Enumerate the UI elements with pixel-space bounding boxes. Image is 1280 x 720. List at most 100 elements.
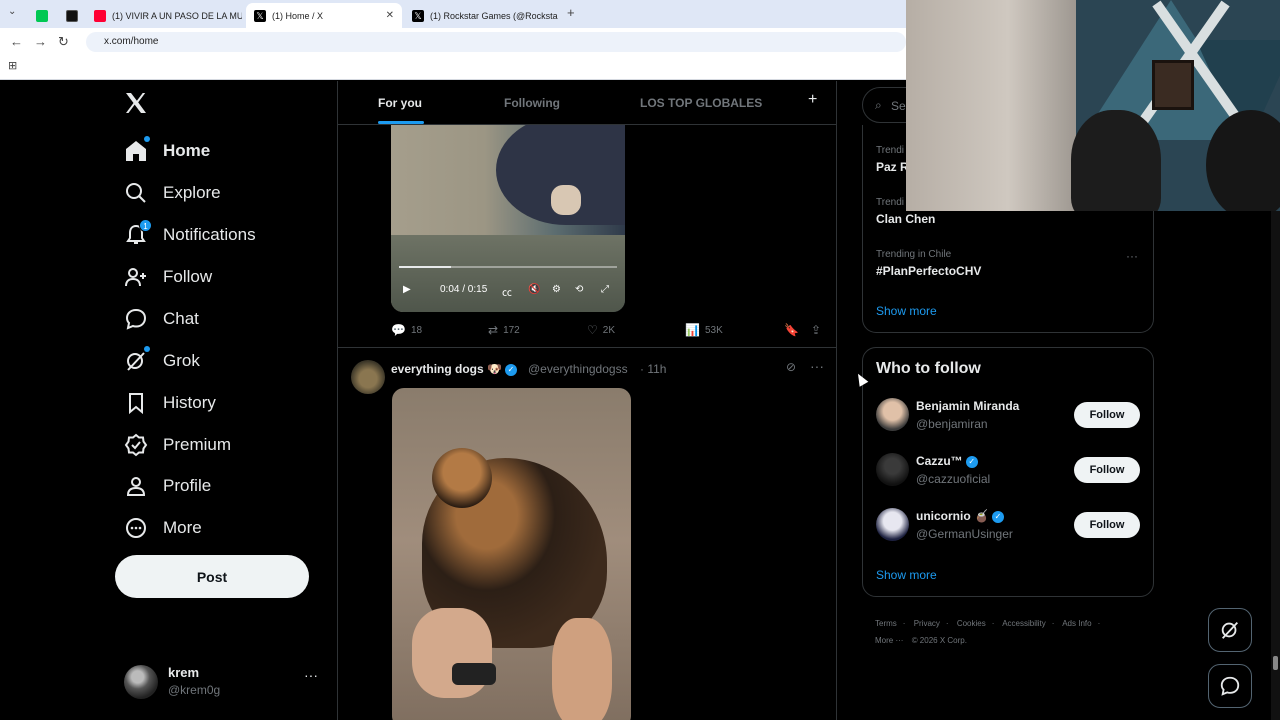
- nav-explore[interactable]: Explore: [124, 178, 221, 208]
- avatar[interactable]: [876, 508, 909, 541]
- fullscreen-icon[interactable]: ⤢: [601, 284, 609, 295]
- back-icon[interactable]: ←: [10, 34, 23, 49]
- bookmark-icon: 🔖: [784, 323, 799, 337]
- avatar[interactable]: [876, 398, 909, 431]
- browser-tab-4[interactable]: 𝕏 (1) Home / X ✕: [246, 3, 402, 28]
- play-icon[interactable]: ▶: [403, 284, 411, 295]
- wall-picture: [1152, 60, 1194, 110]
- tweet-author-handle[interactable]: @everythingdogss: [528, 362, 628, 376]
- video-progress-bar[interactable]: [399, 266, 617, 268]
- video-controls: ▶ 0:04 / 0:15 ㏄ 🔇 ⚙ ⟲ ⤢: [391, 280, 625, 302]
- footer-terms[interactable]: Terms: [875, 619, 897, 628]
- tweet-divider: [338, 347, 836, 348]
- browser-tab-3[interactable]: (1) VIVIR A UN PASO DE LA MU ✕: [86, 3, 242, 28]
- verified-icon: ✓: [504, 363, 517, 376]
- tab-favicon: [36, 9, 48, 22]
- url-field[interactable]: x.com/home: [86, 32, 906, 52]
- trends-show-more-link[interactable]: Show more: [876, 304, 937, 318]
- grok-fab-button[interactable]: [1208, 608, 1252, 652]
- tab-for-you[interactable]: For you: [378, 96, 422, 110]
- tweet-time[interactable]: · 11h: [640, 362, 666, 376]
- tweet-media[interactable]: [392, 388, 631, 720]
- tab-following[interactable]: Following: [504, 96, 560, 110]
- reply-button[interactable]: 💬 18: [391, 323, 422, 337]
- tab-los-top-globales[interactable]: LOS TOP GLOBALES: [640, 96, 762, 110]
- settings-icon[interactable]: ⚙: [552, 284, 561, 295]
- grok-icon[interactable]: ⊘: [786, 360, 796, 374]
- youtube-icon: [94, 9, 106, 22]
- more-icon[interactable]: ···: [304, 667, 318, 683]
- views-icon: 📊: [685, 323, 700, 337]
- captions-icon[interactable]: ㏄: [502, 284, 512, 299]
- nav-label: Explore: [163, 183, 221, 202]
- tab-search-icon[interactable]: ⌄: [8, 6, 16, 17]
- avatar[interactable]: [876, 453, 909, 486]
- add-tab-icon[interactable]: +: [808, 91, 817, 109]
- loop-icon[interactable]: ⟲: [575, 284, 583, 295]
- footer-ads-info[interactable]: Ads Info: [1062, 619, 1091, 628]
- new-tab-button[interactable]: +: [567, 5, 575, 20]
- home-icon: [124, 136, 150, 163]
- footer-accessibility[interactable]: Accessibility: [1002, 619, 1046, 628]
- follow-button[interactable]: Follow: [1074, 512, 1140, 538]
- browser-tab-5[interactable]: 𝕏 (1) Rockstar Games (@Rocksta ✕: [404, 3, 560, 28]
- more-icon[interactable]: ···: [810, 358, 824, 374]
- apps-grid-icon[interactable]: ⊞: [8, 59, 17, 72]
- close-icon[interactable]: ✕: [380, 10, 394, 21]
- browser-tab-2[interactable]: [58, 3, 84, 28]
- tweet-author-name[interactable]: everything dogs 🐶 ✓: [391, 362, 517, 376]
- left-navigation: Home Explore 1 Notifications Follow Chat…: [0, 81, 338, 720]
- footer-privacy[interactable]: Privacy: [914, 619, 940, 628]
- avatar[interactable]: [351, 360, 385, 394]
- bookmark-button[interactable]: 🔖: [784, 323, 804, 337]
- who-to-follow-show-more-link[interactable]: Show more: [876, 568, 937, 582]
- more-circle-icon: [124, 516, 148, 540]
- heart-icon: ♡: [587, 323, 598, 337]
- unread-dot: [144, 346, 150, 352]
- more-icon[interactable]: ···: [1126, 249, 1138, 263]
- x-logo-icon[interactable]: [124, 91, 148, 117]
- share-button[interactable]: ⇪: [811, 323, 826, 337]
- url-text: x.com/home: [104, 36, 159, 47]
- close-icon[interactable]: ✕: [558, 10, 560, 21]
- follow-suggestion[interactable]: unicornio 🧉 ✓ @GermanUsinger Follow: [876, 502, 1142, 546]
- nav-label: Home: [163, 141, 211, 160]
- follow-suggestion[interactable]: Benjamin Miranda @benjamiran Follow: [876, 392, 1142, 436]
- nav-home[interactable]: Home: [124, 136, 210, 166]
- browser-tab-1[interactable]: [28, 3, 54, 28]
- view-count: 53K: [704, 324, 723, 336]
- avatar: [124, 665, 158, 699]
- nav-premium[interactable]: Premium: [124, 430, 231, 460]
- nav-history[interactable]: History: [124, 388, 216, 418]
- x-icon: 𝕏: [254, 9, 266, 22]
- nav-profile[interactable]: Profile: [124, 471, 211, 501]
- post-button[interactable]: Post: [115, 555, 309, 598]
- follow-button[interactable]: Follow: [1074, 402, 1140, 428]
- nav-notifications[interactable]: 1 Notifications: [124, 219, 256, 250]
- footer-cookies[interactable]: Cookies: [957, 619, 986, 628]
- forward-icon[interactable]: →: [34, 34, 47, 49]
- footer-copyright: © 2026 X Corp.: [911, 636, 967, 645]
- trend-item[interactable]: Trending in Chile #PlanPerfectoCHV ···: [876, 249, 1146, 278]
- active-tab-indicator: [378, 121, 424, 124]
- follow-suggestion[interactable]: Cazzu™ ✓ @cazzuoficial Follow: [876, 447, 1142, 491]
- footer-more[interactable]: More ···: [875, 636, 903, 645]
- repost-button[interactable]: ⇄ 172: [488, 323, 520, 337]
- notification-badge: 1: [139, 219, 152, 232]
- nav-grok[interactable]: Grok: [124, 346, 200, 376]
- nav-chat[interactable]: Chat: [124, 304, 199, 334]
- follow-button[interactable]: Follow: [1074, 457, 1140, 483]
- reply-count: 18: [410, 324, 423, 336]
- nav-label: Profile: [163, 476, 212, 495]
- like-button[interactable]: ♡ 2K: [587, 323, 615, 337]
- account-switcher[interactable]: krem @krem0g ···: [124, 663, 324, 703]
- scrollbar-thumb[interactable]: [1273, 656, 1278, 670]
- nav-follow[interactable]: Follow: [124, 262, 212, 292]
- tweet-video[interactable]: ▶ 0:04 / 0:15 ㏄ 🔇 ⚙ ⟲ ⤢: [391, 125, 625, 312]
- mute-icon[interactable]: 🔇: [528, 284, 540, 295]
- messages-fab-button[interactable]: [1208, 664, 1252, 708]
- views-button[interactable]: 📊 53K: [685, 323, 723, 337]
- reload-icon[interactable]: ↻: [58, 34, 69, 50]
- nav-more[interactable]: More: [124, 513, 202, 543]
- account-name: krem: [168, 665, 200, 680]
